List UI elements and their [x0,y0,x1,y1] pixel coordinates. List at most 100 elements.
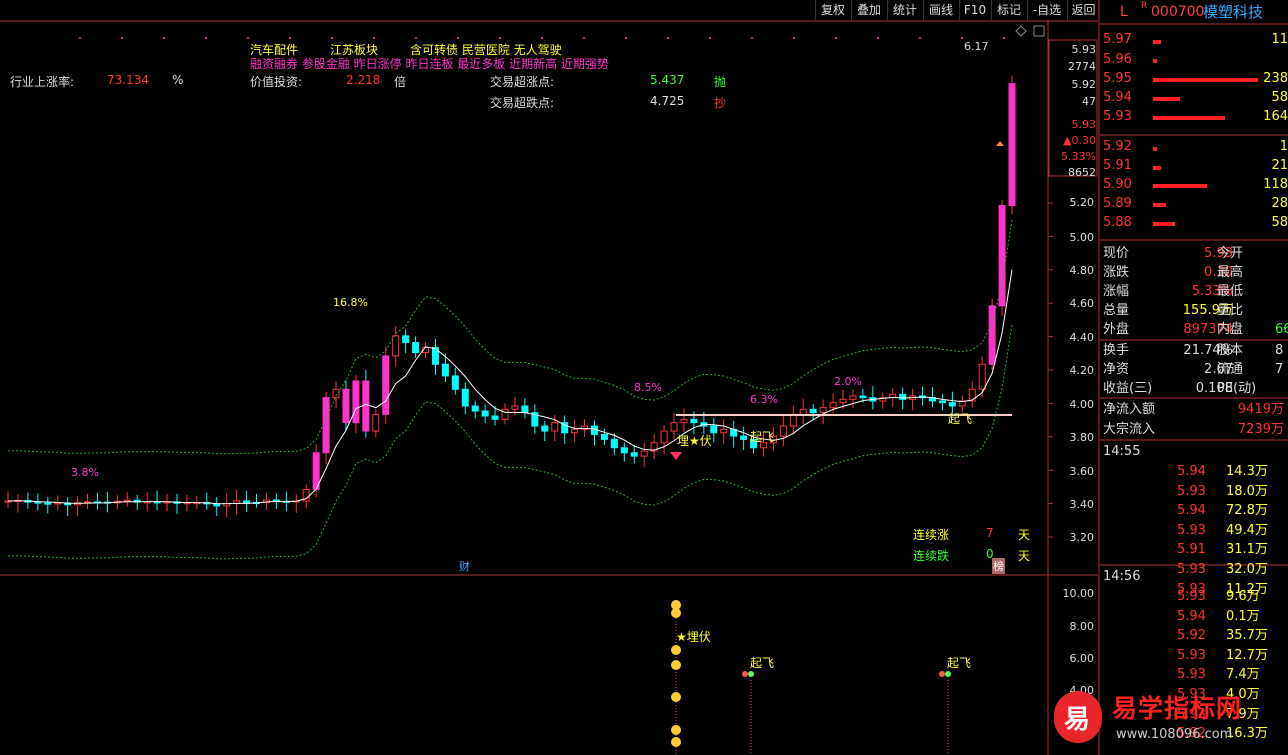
candle-body [471,405,479,412]
top-marker-dot [793,37,795,39]
candle-body [54,502,62,505]
top-marker-dot [373,37,375,39]
peak-label: 6.17 [964,40,989,53]
expand-icon [1033,25,1045,37]
ask-price: 5.95 [1103,71,1132,86]
sell-point-label: 交易超涨点: [490,75,555,89]
quote-label: 外盘 [1103,322,1130,337]
tick-volume: 0.1万 [1226,608,1260,624]
candle-body [551,422,559,432]
candle-body [34,501,42,504]
top-marker-dot [709,37,711,39]
watermark: 易 易学指标网 www.108096.com [1050,683,1288,755]
up-days-label: 连续涨 [913,528,950,542]
signal-icon [742,671,748,677]
rank-tag[interactable]: 榜 [992,558,1005,574]
axis-tick: 8652 [1068,166,1096,179]
top-marker-dot [919,37,921,39]
top-marker-dot [121,37,123,39]
sub-axis-tick: 10.00 [1062,587,1095,600]
draw-line-button[interactable]: 画线 [923,0,958,20]
candle-body [362,380,370,432]
diamond-toggle-icon [1015,25,1027,37]
signal-icon [671,608,681,618]
fuquan-button[interactable]: 复权 [815,0,850,20]
lower-band [7,324,1013,560]
candle-body [451,375,459,390]
sub-signal-maifu: ★埋伏 [676,630,711,644]
top-marker-dot [289,37,291,39]
candle-body [799,408,807,415]
top-marker-dot [877,37,879,39]
signal-qifei: 起飞 [948,412,973,426]
top-marker-dot [667,37,669,39]
axis-tick: 5.20 [1069,196,1095,209]
back-button[interactable]: 返回 [1067,0,1099,20]
finance-tag[interactable]: 财 [459,558,470,574]
stock-header: L R 000700 模塑科技 [1100,0,1288,24]
pct-label: 6.3% [750,393,778,406]
tick-volume: 12.7万 [1226,647,1268,663]
concept-tags-line2: 融资融券 参股金融 昨日涨停 昨日连板 最近多板 近期新高 近期强势 [250,57,609,71]
candle-body [849,395,857,400]
pct-label: 16.8% [333,296,368,309]
candle-body [819,407,827,414]
quote-label: 股本 [1217,343,1244,358]
candle-body [809,408,817,414]
tick-price: 5.93 [1177,667,1206,683]
flag-r: R [1141,1,1148,11]
top-marker-dot [541,37,543,39]
pct-label: 8.5% [634,381,662,394]
stock-name: 模塑科技 [1203,3,1264,21]
toolbar: 复权 叠加 统计 画线 F10 标记 -自选 返回 [815,0,1098,21]
tick-price: 5.93 [1177,562,1206,577]
up-days-value: 7 [986,526,994,540]
sell-point-value: 5.437 [650,73,685,87]
watermark-url: www.108096.com [1116,727,1233,742]
candle-body [332,388,340,399]
axis-tick: 5.93 [1071,43,1097,56]
candle-body [630,452,638,457]
bid-price: 5.88 [1103,215,1132,230]
ask-vol: 58 [1271,90,1288,105]
candle-body [600,433,608,440]
candle-body [740,435,748,440]
stats-button[interactable]: 统计 [887,0,922,20]
f10-button[interactable]: F10 [959,0,990,20]
sub-signal-qifei: 起飞 [750,656,775,670]
quote-label: 总量 [1103,303,1130,318]
top-marker-dot [457,37,459,39]
candle-body [571,428,579,434]
signal-icon [671,737,681,747]
axis-tick: 4.00 [1069,398,1095,411]
signal-icon [671,725,681,735]
candle-body [501,408,509,420]
mark-button[interactable]: 标记 [991,0,1026,20]
candle-body [1008,83,1016,207]
tick-volume: 18.0万 [1226,483,1268,499]
candle-body [322,397,330,454]
industry-rise-unit: % [172,73,184,87]
quote-label: PE(动) [1217,381,1257,396]
arrow-marker-icon [996,141,1004,146]
down-days-unit: 天 [1018,549,1031,563]
sub-axis-tick: 8.00 [1069,620,1095,633]
top-marker-dot [1003,37,1005,39]
candle-body [978,363,986,390]
ask-vol: 164 [1263,109,1288,124]
tick-price: 5.91 [1177,542,1206,558]
bid-vol: 58 [1271,215,1288,230]
down-days-label: 连续跌 [913,549,950,563]
axis-tick: 3.20 [1069,531,1095,544]
candle-body [461,388,469,407]
overlay-button[interactable]: 叠加 [851,0,886,20]
tick-volume: 7.4万 [1226,667,1260,683]
pct-label: 2.0% [834,375,862,388]
watchlist-button[interactable]: -自选 [1027,0,1066,20]
candle-body [839,398,847,404]
candle-body [938,400,946,404]
top-marker-dot [583,37,585,39]
bid-price: 5.92 [1103,139,1132,154]
axis-tick: 4.60 [1069,297,1095,310]
tick-volume: 31.1万 [1226,542,1268,558]
